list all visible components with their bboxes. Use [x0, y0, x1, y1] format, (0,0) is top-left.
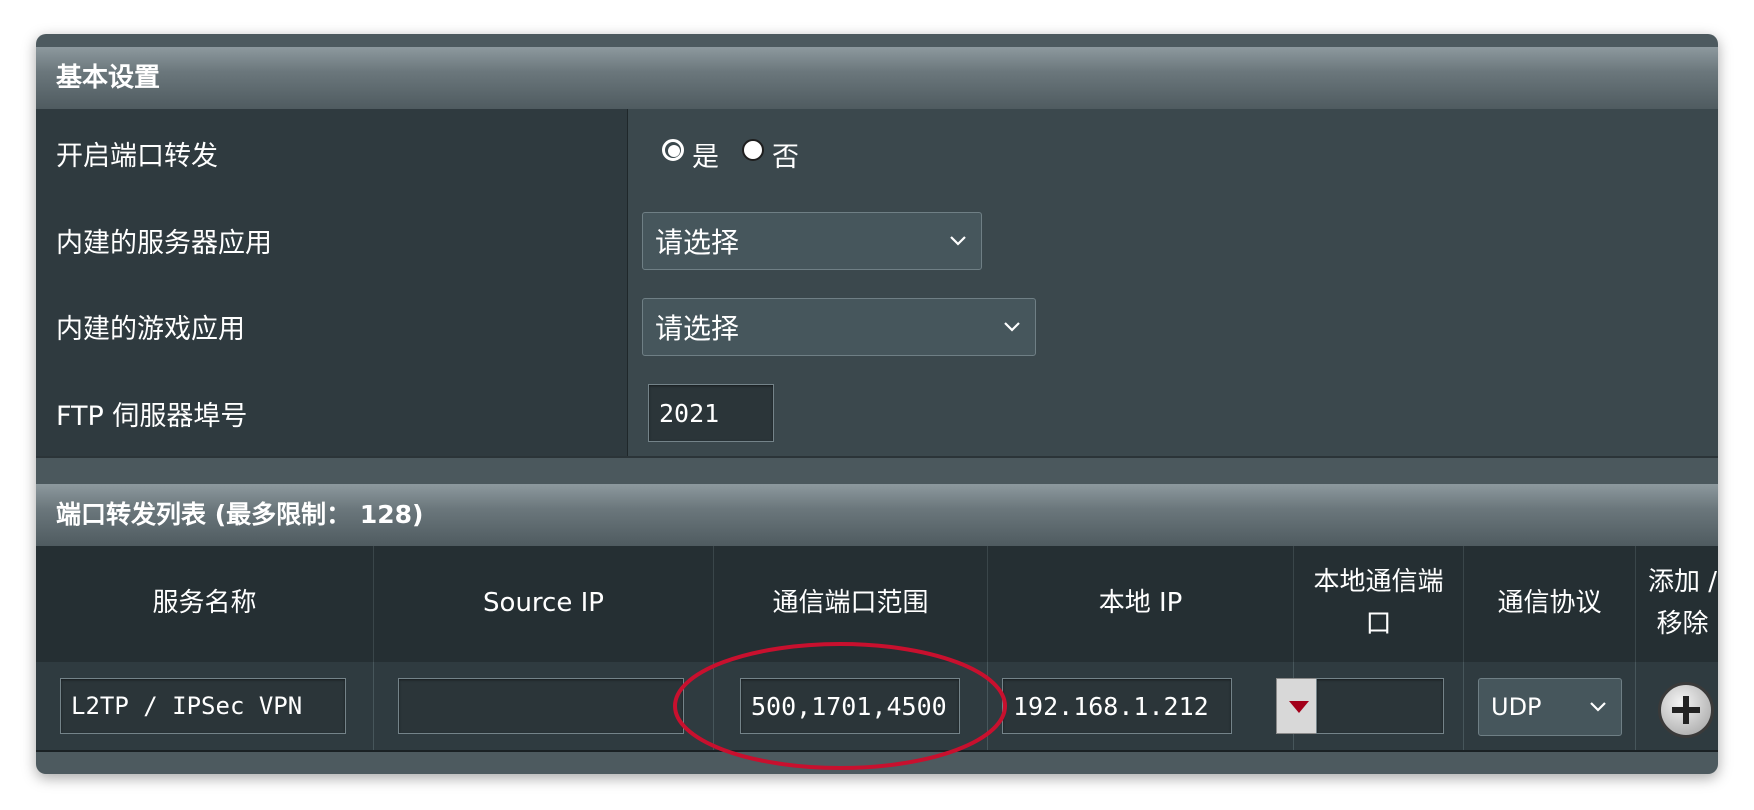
builtin-server-apps-row: 内建的服务器应用 请选择 — [36, 197, 1718, 285]
forward-list-header: 端口转发列表 (最多限制： 128) — [36, 484, 1718, 546]
column-header-source-ip: Source IP — [374, 546, 714, 662]
builtin-game-apps-selected: 请选择 — [655, 312, 740, 345]
source-ip-input[interactable] — [398, 678, 684, 734]
cell-port-range: 500,1701,4500 — [714, 662, 988, 750]
radio-yes[interactable] — [662, 139, 684, 161]
basic-settings-header: 基本设置 — [36, 47, 1718, 109]
enable-port-forwarding-row: 开启端口转发 是 否 — [36, 109, 1718, 199]
chevron-down-icon — [950, 236, 966, 246]
column-header-protocol: 通信协议 — [1464, 546, 1636, 662]
builtin-server-apps-selected: 请选择 — [655, 226, 740, 259]
chevron-down-icon — [1004, 322, 1020, 332]
forward-list-table-header: 服务名称 Source IP 通信端口范围 本地 IP 本地通信端 口 通信协议… — [36, 546, 1718, 664]
enable-port-forwarding-label: 开启端口转发 — [36, 109, 628, 197]
column-header-add-remove: 添加 / 移除 — [1648, 567, 1718, 639]
builtin-game-apps-row: 内建的游戏应用 请选择 — [36, 283, 1718, 372]
column-header-local-ip: 本地 IP — [988, 546, 1294, 662]
local-ip-input[interactable]: 192.168.1.212 — [1002, 678, 1232, 734]
chevron-down-icon — [1590, 702, 1606, 712]
port-forwarding-panel: 基本设置 开启端口转发 是 否 内建的服务器应用 请选择 内建的游戏应用 请选择 — [36, 34, 1718, 774]
service-name-input[interactable]: L2TP / IPSec VPN — [60, 678, 346, 734]
cell-source-ip — [374, 662, 714, 750]
cell-service-name: L2TP / IPSec VPN — [36, 662, 374, 750]
builtin-server-apps-label: 内建的服务器应用 — [36, 197, 628, 283]
ftp-port-label: FTP 伺服器埠号 — [36, 370, 628, 456]
local-port-input[interactable] — [1316, 678, 1444, 734]
port-range-input[interactable]: 500,1701,4500 — [740, 678, 960, 734]
builtin-game-apps-select[interactable]: 请选择 — [642, 298, 1036, 356]
add-rule-button[interactable] — [1658, 682, 1714, 738]
cell-local-port — [1294, 662, 1464, 750]
table-row: L2TP / IPSec VPN 500,1701,4500 192.168.1… — [36, 662, 1718, 752]
radio-no[interactable] — [742, 139, 764, 161]
builtin-game-apps-label: 内建的游戏应用 — [36, 283, 628, 370]
add-circle-icon — [1672, 696, 1700, 724]
protocol-select[interactable]: UDP — [1478, 678, 1622, 736]
builtin-server-apps-select[interactable]: 请选择 — [642, 212, 982, 270]
radio-yes-label: 是 — [692, 142, 719, 173]
radio-no-label: 否 — [772, 142, 799, 173]
protocol-selected: UDP — [1491, 693, 1542, 721]
cell-local-ip: 192.168.1.212 — [988, 662, 1294, 750]
enable-port-forwarding-options: 是 否 — [628, 109, 1718, 197]
cell-protocol: UDP — [1464, 662, 1636, 750]
section-gap — [36, 458, 1718, 484]
ftp-port-input[interactable]: 2021 — [648, 384, 774, 442]
column-header-service-name: 服务名称 — [36, 546, 374, 662]
column-header-port-range: 通信端口范围 — [714, 546, 988, 662]
column-header-local-port: 本地通信端 口 — [1294, 546, 1464, 662]
ftp-port-row: FTP 伺服器埠号 2021 — [36, 370, 1718, 458]
